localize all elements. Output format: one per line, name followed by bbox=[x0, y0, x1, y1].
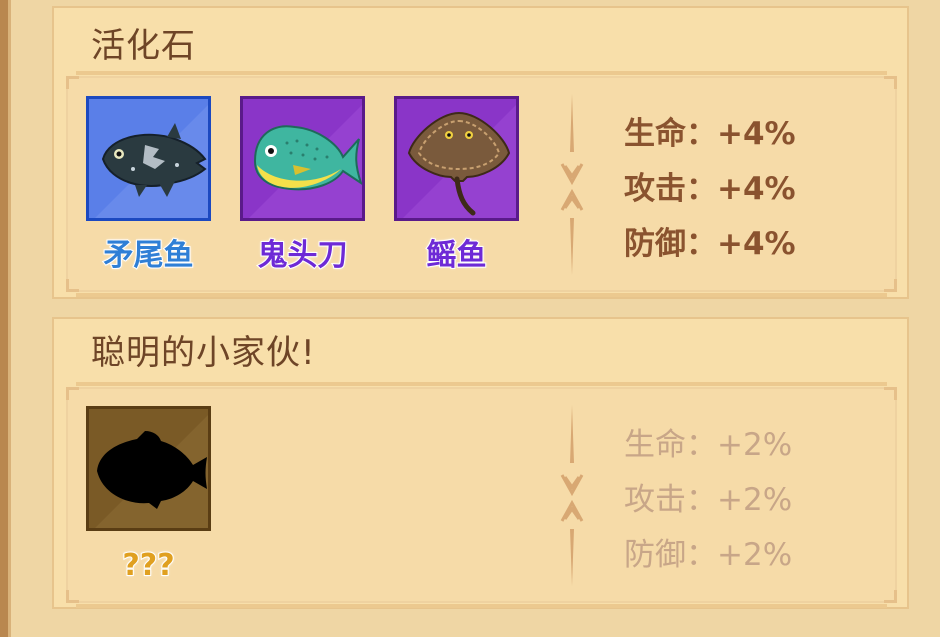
fish-slot[interactable]: 鳐鱼 bbox=[394, 96, 519, 274]
fish-slot[interactable]: ??? bbox=[86, 406, 211, 584]
frame-corner bbox=[884, 76, 897, 89]
hp-bonus: 生命：+2% bbox=[624, 427, 793, 463]
defense-bonus: 防御：+4% bbox=[624, 226, 796, 262]
panel-left-edge-highlight bbox=[8, 0, 11, 637]
frame-corner bbox=[66, 387, 79, 400]
fish-set-card: 聪明的小家伙! ??? 生命：+2% 攻击：+2% 防御：+2% bbox=[52, 317, 909, 609]
fish-name: 鳐鱼 bbox=[426, 238, 488, 274]
frame-corner bbox=[66, 279, 79, 292]
hp-bonus: 生命：+4% bbox=[624, 116, 796, 152]
stingray-icon bbox=[403, 105, 516, 218]
frame-corner bbox=[66, 76, 79, 89]
unknown-fish-silhouette-icon bbox=[95, 415, 208, 528]
fish-name: 鬼头刀 bbox=[257, 238, 349, 274]
ornamental-divider-icon bbox=[560, 405, 584, 586]
frame-top-bar bbox=[76, 382, 887, 386]
set-content-frame: 矛尾鱼 鬼头刀 鳐鱼 生命：+4% 攻击：+4% 防御：+4% bbox=[66, 71, 897, 297]
frame-top-bar bbox=[76, 71, 887, 75]
set-bonus-stats: 生命：+4% 攻击：+4% 防御：+4% bbox=[624, 107, 796, 272]
frame-bottom-bar bbox=[76, 604, 887, 608]
set-bonus-stats: 生命：+2% 攻击：+2% 防御：+2% bbox=[624, 418, 792, 583]
frame-corner bbox=[66, 590, 79, 603]
frame-corner bbox=[884, 279, 897, 292]
fish-icon-box[interactable] bbox=[86, 406, 211, 531]
attack-bonus: 攻击：+4% bbox=[624, 171, 796, 207]
fish-slot[interactable]: 矛尾鱼 bbox=[86, 96, 211, 274]
frame-bottom-bar bbox=[76, 293, 887, 297]
frame-corner bbox=[884, 590, 897, 603]
set-title: 活化石 bbox=[91, 26, 196, 66]
defense-bonus: 防御：+2% bbox=[624, 537, 793, 573]
fish-icon-box[interactable] bbox=[394, 96, 519, 221]
set-title: 聪明的小家伙! bbox=[91, 333, 316, 373]
coelacanth-icon bbox=[95, 105, 208, 218]
fish-name: ??? bbox=[121, 548, 175, 584]
fish-icon-box[interactable] bbox=[240, 96, 365, 221]
fish-set-card: 活化石 矛尾鱼 鬼头刀 鳐鱼 生命：+4% 攻击：+4% 防御：+4% bbox=[52, 6, 909, 299]
fish-name: 矛尾鱼 bbox=[103, 238, 195, 274]
frame-corner bbox=[884, 387, 897, 400]
fish-icon-box[interactable] bbox=[86, 96, 211, 221]
ornamental-divider-icon bbox=[560, 94, 584, 275]
fish-slot[interactable]: 鬼头刀 bbox=[240, 96, 365, 274]
set-content-frame: ??? 生命：+2% 攻击：+2% 防御：+2% bbox=[66, 382, 897, 608]
mahi-mahi-icon bbox=[249, 105, 362, 218]
attack-bonus: 攻击：+2% bbox=[624, 482, 793, 518]
panel-left-edge bbox=[0, 0, 8, 637]
